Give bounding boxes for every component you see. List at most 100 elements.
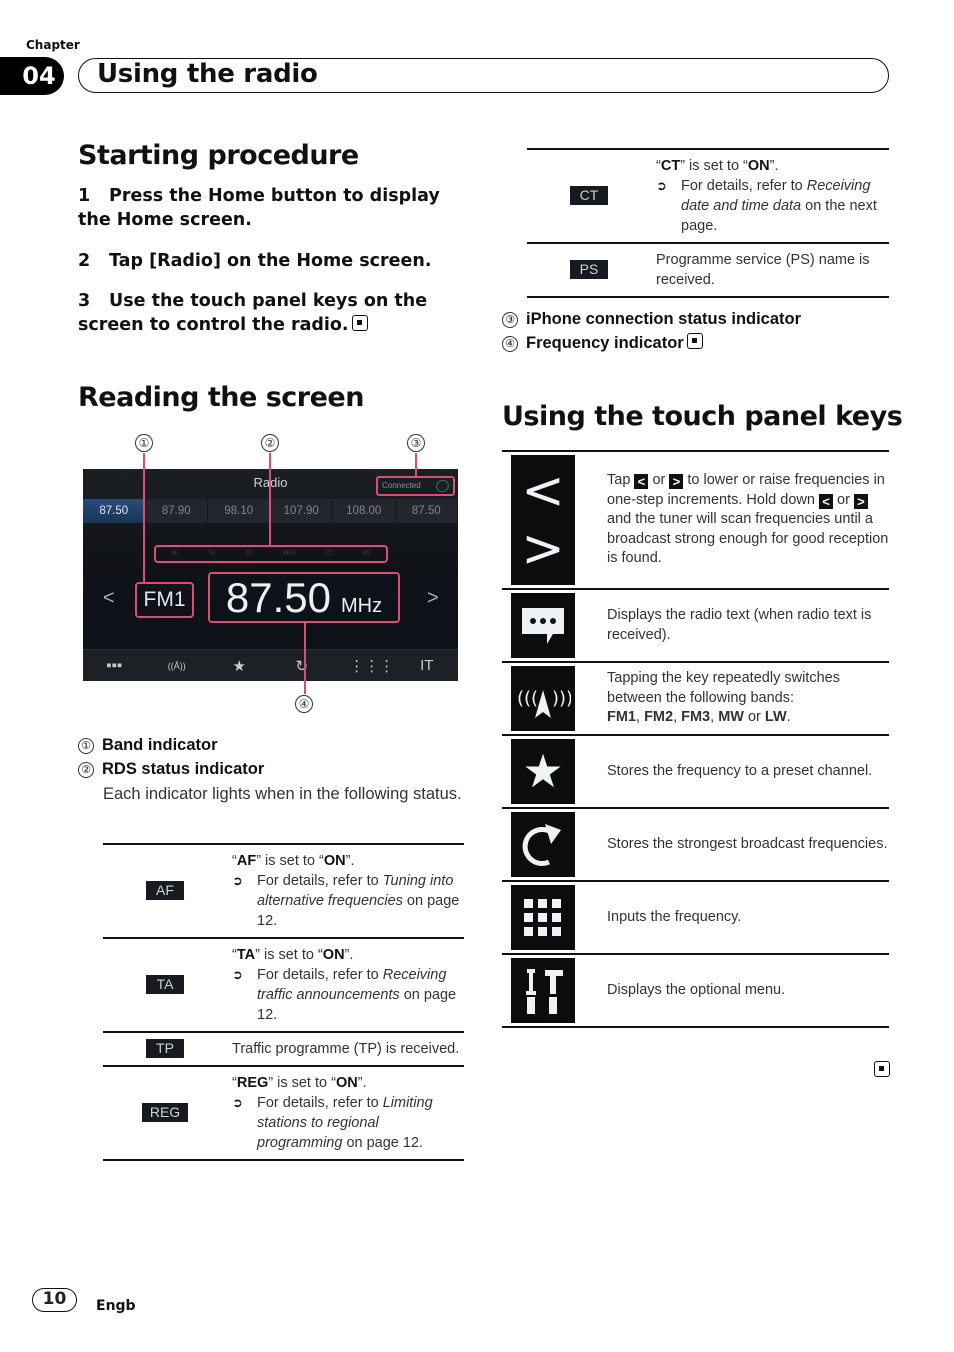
touch-keys-heading: Using the touch panel keys	[502, 401, 903, 432]
table-row: REG “REG” is set to “ON”. ➲ For details, …	[103, 1065, 464, 1161]
table-row: TP Traffic programme (TP) is received.	[103, 1031, 464, 1067]
prev-icon: <	[634, 474, 649, 490]
leader-line-2	[269, 453, 271, 546]
tp-description: Traffic programme (TP) is received.	[227, 1031, 464, 1067]
reg-description: “REG” is set to “ON”. ➲ For details, refe…	[227, 1065, 464, 1161]
band-indicator-item: ① Band indicator	[78, 736, 218, 755]
preset-item: 107.90	[271, 499, 333, 523]
ta-description: “TA” is set to “ON”. ➲ For details, refer…	[227, 937, 464, 1033]
table-row: Displays the optional menu.	[502, 953, 889, 1028]
step-1: 1 Press the Home button to display the Ho…	[78, 186, 440, 230]
rds-description: Each indicator lights when in the follow…	[103, 785, 462, 803]
reading-screen-heading: Reading the screen	[78, 382, 364, 413]
table-row: CT “CT” is set to “ON”. ➲ For details, re…	[527, 148, 889, 244]
tools-icon	[511, 958, 575, 1023]
reg-badge: REG	[141, 1103, 189, 1122]
rds-ct: CT	[325, 551, 334, 557]
svg-text:(((: (((	[517, 688, 538, 709]
ct-description: “CT” is set to “ON”. ➲ For details, refer…	[651, 148, 889, 244]
rds-indicator-item: ② RDS status indicator	[78, 760, 264, 779]
next-icon: >	[853, 493, 868, 509]
optional-menu-description: Displays the optional menu.	[607, 953, 889, 1028]
keypad-icon: ⋮⋮⋮	[349, 657, 395, 675]
band-icon: ((()))	[511, 666, 575, 731]
arrow-bullet-icon: ➲	[232, 873, 243, 888]
table-row: ★ Stores the frequency to a preset chann…	[502, 734, 889, 809]
iphone-indicator-item: ③ iPhone connection status indicator	[502, 310, 801, 329]
end-mark-icon	[874, 1061, 890, 1077]
frequency-indicator: 87.50 MHz	[208, 572, 400, 623]
rds-af: AF	[170, 551, 179, 557]
prev-next-icon: < >	[511, 455, 575, 585]
leader-line-1	[143, 453, 145, 583]
table-row: ((())) Tapping the key repeatedly switch…	[502, 661, 889, 736]
rds-status-table-right: CT “CT” is set to “ON”. ➲ For details, re…	[527, 148, 889, 298]
step-2: 2 Tap [Radio] on the Home screen.	[78, 251, 432, 271]
table-row: Inputs the frequency.	[502, 880, 889, 955]
arrow-bullet-icon: ➲	[232, 1095, 243, 1110]
callout-1: ①	[135, 434, 153, 452]
rds-status-bar: AF TA TP REG CT PS	[154, 545, 388, 563]
chapter-label: Chapter	[26, 38, 80, 52]
table-row: AF “AF” is set to “ON”. ➲ For details, re…	[103, 843, 464, 939]
svg-text:))): )))	[552, 688, 571, 709]
band-indicator: FM1	[135, 582, 194, 618]
rds-reg: REG	[282, 551, 296, 557]
radio-text-icon	[511, 593, 575, 658]
next-arrow-icon: >	[427, 587, 439, 609]
tp-badge: TP	[146, 1039, 184, 1058]
input-frequency-description: Inputs the frequency.	[607, 880, 889, 955]
best-stations-description: Stores the strongest broadcast frequenci…	[607, 807, 889, 882]
chapter-number: 04	[0, 57, 64, 95]
preset-item: 87.90	[146, 499, 208, 523]
radio-text-description: Displays the radio text (when radio text…	[607, 588, 889, 663]
table-row: TA “TA” is set to “ON”. ➲ For details, re…	[103, 937, 464, 1033]
refresh-icon: ↻	[295, 657, 309, 675]
rds-ta: TA	[208, 551, 216, 557]
preset-item: 87.50	[396, 499, 458, 523]
band-description: Tapping the key repeatedly switches betw…	[607, 661, 889, 736]
table-row: PS Programme service (PS) name is receiv…	[527, 242, 889, 298]
radio-text-icon: ▪▪▪	[106, 657, 123, 674]
page-number: 10	[32, 1288, 77, 1312]
chapter-title: Using the radio	[97, 59, 318, 89]
table-row: Displays the radio text (when radio text…	[502, 588, 889, 663]
preset-item: 87.50	[83, 499, 146, 523]
callout-4: ④	[295, 695, 313, 713]
touch-keys-table: < > Tap < or > to lower or raise frequenc…	[502, 450, 889, 1028]
end-mark-icon	[351, 315, 368, 331]
star-icon: ★	[511, 739, 575, 804]
ta-badge: TA	[146, 975, 184, 994]
leader-line-4	[304, 622, 306, 694]
rds-ps: PS	[363, 551, 372, 557]
prev-next-description: Tap < or > to lower or raise frequencies…	[607, 450, 889, 590]
rds-tp: TP	[245, 551, 253, 557]
prev-arrow-icon: <	[103, 587, 115, 609]
preset-item: 108.00	[333, 499, 396, 523]
next-icon: >	[669, 474, 684, 490]
step-3: 3 Use the touch panel keys on the screen …	[78, 291, 428, 335]
band-icon: ((Å))	[167, 660, 186, 671]
ps-badge: PS	[570, 260, 608, 279]
af-badge: AF	[146, 881, 184, 900]
iphone-connection-icon	[433, 477, 452, 495]
star-icon: ★	[232, 657, 246, 675]
screen-toolbar: ▪▪▪ ((Å)) ★ ↻ ⋮⋮⋮ IT	[83, 649, 458, 681]
leader-line-3	[415, 453, 417, 477]
frequency-indicator-item: ④ Frequency indicator	[502, 333, 703, 353]
end-mark-icon	[686, 333, 703, 349]
keypad-icon	[511, 885, 575, 950]
connection-status: Connected	[376, 476, 455, 496]
language-code: Engb	[96, 1298, 136, 1314]
refresh-icon	[511, 812, 575, 877]
table-row: < > Tap < or > to lower or raise frequenc…	[502, 450, 889, 590]
callout-3: ③	[407, 434, 425, 452]
prev-icon: <	[818, 493, 833, 509]
af-description: “AF” is set to “ON”. ➲ For details, refer…	[227, 843, 464, 939]
ct-badge: CT	[570, 186, 608, 205]
preset-description: Stores the frequency to a preset channel…	[607, 734, 889, 809]
callout-2: ②	[261, 434, 279, 452]
ps-description: Programme service (PS) name is received.	[651, 242, 889, 298]
menu-icon: IT	[420, 657, 434, 674]
starting-procedure-heading: Starting procedure	[78, 140, 359, 171]
